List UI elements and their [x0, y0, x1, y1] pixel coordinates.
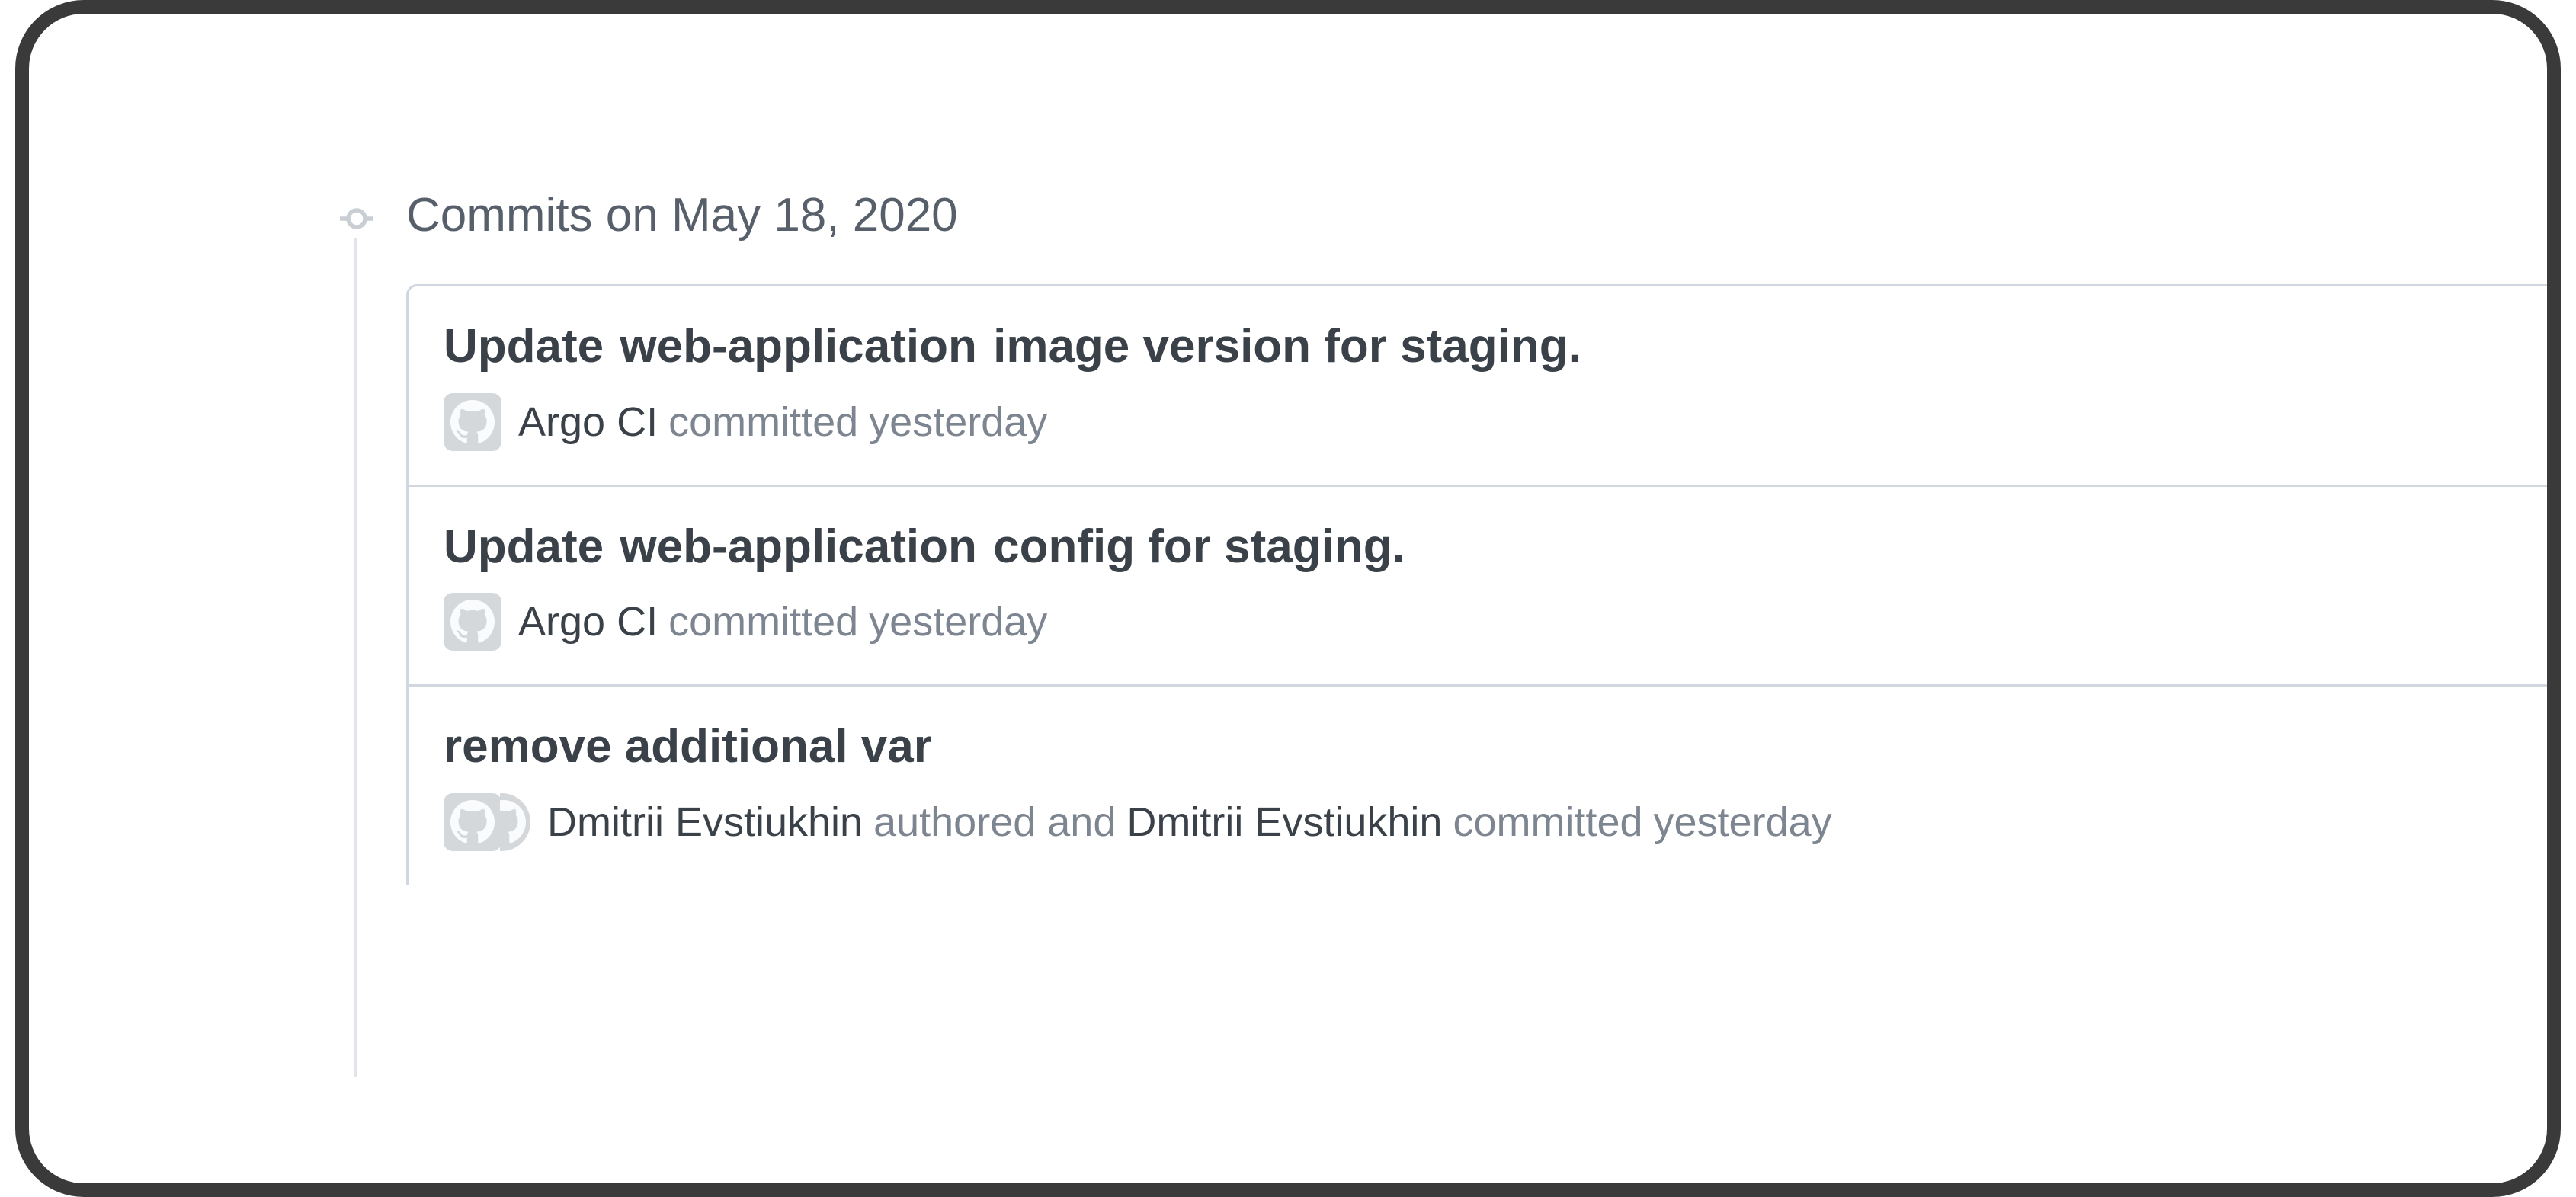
avatar-group [444, 393, 501, 451]
commit-item: Update web-application config for stagin… [409, 487, 2547, 687]
avatar-group [444, 593, 501, 651]
avatar[interactable] [500, 793, 530, 851]
avatar[interactable] [444, 393, 501, 451]
commit-title-code: web-application [617, 520, 979, 573]
commit-meta: Dmitrii Evstiukhinauthored andDmitrii Ev… [444, 793, 2512, 851]
commit-title[interactable]: Update web-application image version for… [444, 317, 2512, 376]
meta-muted: committed [668, 402, 858, 443]
commit-meta-text: Argo CIcommitted yesterday [518, 601, 1047, 642]
commits-main: Commits on May 18, 2020 Update web-appli… [406, 185, 2547, 885]
window-frame: Commits on May 18, 2020 Update web-appli… [15, 0, 2561, 1197]
commit-meta-text: Argo CIcommitted yesterday [518, 402, 1047, 443]
meta-muted: committed [1453, 802, 1642, 843]
commit-meta: Argo CIcommitted yesterday [444, 393, 2512, 451]
commit-item: Update web-application image version for… [409, 286, 2547, 487]
commit-meta-text: Dmitrii Evstiukhinauthored andDmitrii Ev… [547, 802, 1832, 843]
author-link[interactable]: Dmitrii Evstiukhin [547, 802, 863, 843]
timeline-line [354, 238, 357, 1077]
commits-container: Commits on May 18, 2020 Update web-appli… [326, 185, 2547, 885]
commit-item: remove additional var Dmitrii Evstiukhina… [409, 687, 2547, 885]
meta-muted: yesterday [869, 402, 1047, 443]
avatar[interactable] [444, 793, 501, 851]
commit-title-prefix: Update [444, 520, 604, 573]
meta-muted: committed [668, 601, 858, 642]
commit-title-prefix: remove additional var [444, 720, 932, 773]
commit-title[interactable]: remove additional var [444, 717, 2512, 776]
avatar[interactable] [444, 593, 501, 651]
commit-title-suffix: image version for staging. [993, 320, 1581, 373]
meta-muted: yesterday [1654, 802, 1832, 843]
commit-title-prefix: Update [444, 320, 604, 373]
avatar-group [444, 793, 530, 851]
commit-meta: Argo CIcommitted yesterday [444, 593, 2512, 651]
commit-list: Update web-application image version for… [406, 284, 2547, 885]
commit-title[interactable]: Update web-application config for stagin… [444, 517, 2512, 577]
author-link[interactable]: Argo CI [518, 402, 658, 443]
meta-muted: yesterday [869, 601, 1047, 642]
author-link[interactable]: Dmitrii Evstiukhin [1126, 802, 1442, 843]
commit-group-icon [340, 202, 373, 235]
author-link[interactable]: Argo CI [518, 601, 658, 642]
commit-title-code: web-application [617, 320, 979, 373]
commit-title-suffix: config for staging. [993, 520, 1405, 573]
meta-muted: authored and [873, 802, 1116, 843]
commit-group-title: Commits on May 18, 2020 [406, 185, 2547, 242]
